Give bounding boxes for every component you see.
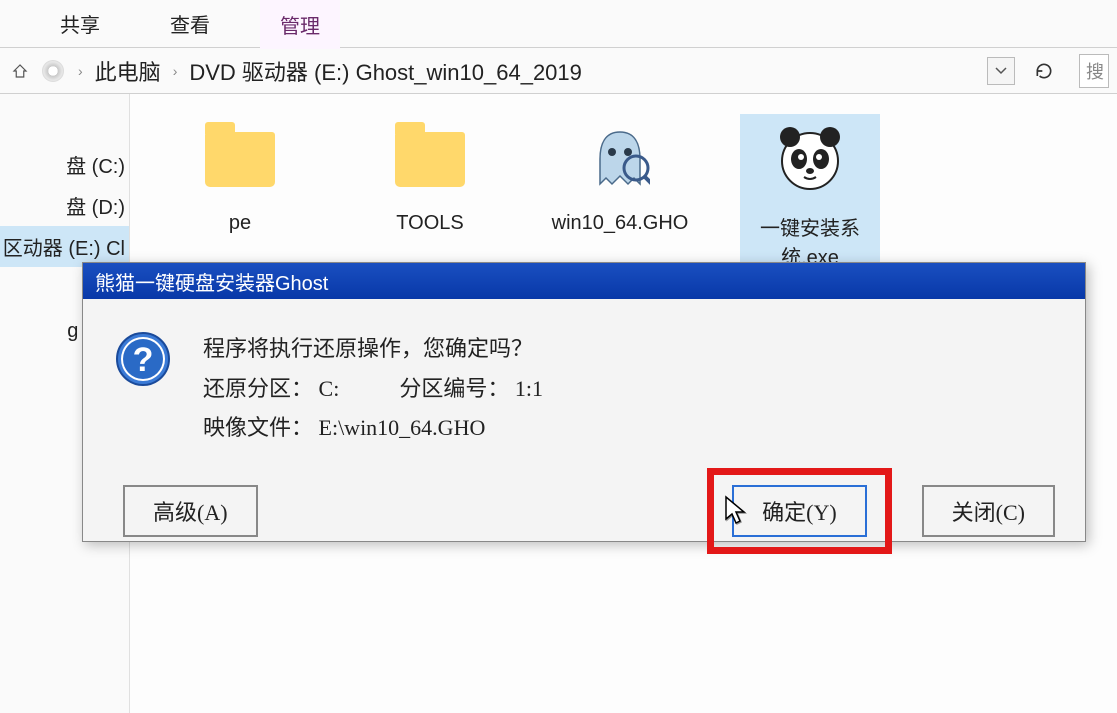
question-icon: ? <box>113 329 173 389</box>
tab-manage[interactable]: 管理 <box>260 0 340 49</box>
chevron-right-icon: › <box>78 63 83 79</box>
folder-icon <box>395 132 465 187</box>
file-gho[interactable]: win10_64.GHO <box>550 114 690 235</box>
file-tools[interactable]: TOOLS <box>360 114 500 235</box>
svg-text:?: ? <box>133 341 154 379</box>
refresh-button[interactable] <box>1027 54 1061 88</box>
sidebar-item-d[interactable]: 盘 (D:) <box>0 185 129 226</box>
image-value: E:\win10_64.GHO <box>319 415 486 440</box>
crumb-drive[interactable]: DVD 驱动器 (E:) Ghost_win10_64_2019 <box>189 55 582 87</box>
ribbon-tabs: 共享 查看 管理 <box>0 0 1117 48</box>
file-pe[interactable]: pe <box>170 114 310 235</box>
dialog-title: 熊猫一键硬盘安装器Ghost <box>95 267 328 296</box>
partition-value: C: <box>319 376 340 401</box>
address-dropdown[interactable] <box>987 57 1015 85</box>
panda-icon <box>760 114 860 204</box>
sidebar-item-c[interactable]: 盘 (C:) <box>0 144 129 185</box>
search-input[interactable]: 搜 <box>1079 54 1109 88</box>
file-installer[interactable]: 一键安装系统.exe <box>740 114 880 270</box>
sidebar-item-e[interactable]: 区动器 (E:) Cl <box>0 226 129 267</box>
tab-view[interactable]: 查看 <box>150 0 230 48</box>
tab-share[interactable]: 共享 <box>40 0 120 48</box>
partno-value: 1:1 <box>515 376 543 401</box>
search-placeholder: 搜 <box>1086 58 1104 84</box>
ok-button[interactable]: 确定(Y) <box>732 485 867 537</box>
dialog-titlebar[interactable]: 熊猫一键硬盘安装器Ghost <box>83 263 1085 299</box>
file-label: TOOLS <box>360 212 500 235</box>
disc-icon <box>42 60 64 82</box>
folder-icon <box>205 132 275 187</box>
file-label: win10_64.GHO <box>550 212 690 235</box>
address-bar: › 此电脑 › DVD 驱动器 (E:) Ghost_win10_64_2019… <box>0 48 1117 94</box>
ghost-icon <box>570 114 670 204</box>
crumb-pc[interactable]: 此电脑 <box>95 55 161 87</box>
chevron-right-icon: › <box>173 63 178 79</box>
dialog-line1: 程序将执行还原操作，您确定吗？ <box>203 329 543 369</box>
ok-highlight-box: 确定(Y) <box>707 468 892 554</box>
partition-label: 还原分区： <box>203 376 313 401</box>
up-button[interactable] <box>8 59 32 83</box>
confirm-dialog: 熊猫一键硬盘安装器Ghost ? 程序将执行还原操作，您确定吗？ 还原分区： C… <box>82 262 1086 542</box>
partno-label: 分区编号： <box>399 376 509 401</box>
image-label: 映像文件： <box>203 415 313 440</box>
close-button[interactable]: 关闭(C) <box>922 485 1055 537</box>
advanced-button[interactable]: 高级(A) <box>123 485 258 537</box>
file-label: pe <box>170 212 310 235</box>
dialog-message: 程序将执行还原操作，您确定吗？ 还原分区： C: 分区编号： 1:1 映像文件：… <box>203 329 543 448</box>
breadcrumb[interactable]: › 此电脑 › DVD 驱动器 (E:) Ghost_win10_64_2019 <box>74 55 983 87</box>
